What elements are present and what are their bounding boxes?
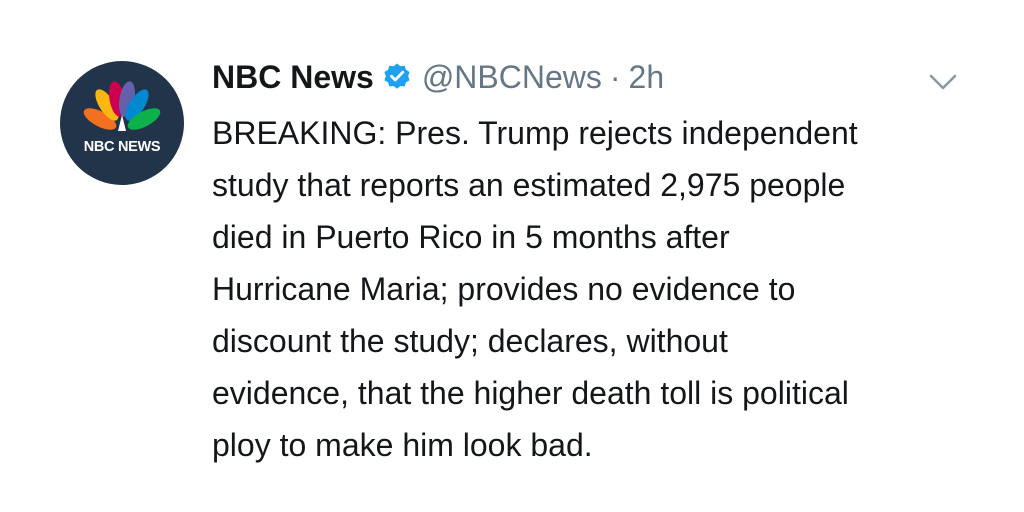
tweet-text-line: BREAKING: Pres. Trump rejects independen… [212,115,858,151]
tweet-text: BREAKING: Pres. Trump rejects independen… [212,107,992,471]
tweet-timestamp[interactable]: 2h [629,59,665,96]
tweet-text-line: Hurricane Maria; provides no evidence to [212,271,796,307]
avatar-logo-text: NBC NEWS [83,139,161,155]
verified-badge-icon [382,62,412,92]
tweet-text-line: study that reports an estimated 2,975 pe… [212,167,846,203]
tweet-card: NBC NEWS NBC News @NBCNews · 2h BREAKING… [0,0,1024,512]
tweet-header: NBC News @NBCNews · 2h [212,55,664,99]
separator-dot: · [609,58,621,95]
tweet-text-line: ploy to make him look bad. [212,427,593,463]
tweet-text-line: evidence, that the higher death toll is … [212,375,849,411]
tweet-text-line: died in Puerto Rico in 5 months after [212,219,730,255]
nbc-peacock-icon [83,81,161,131]
avatar[interactable]: NBC NEWS [60,61,184,185]
tweet-text-line: discount the study; declares, without [212,323,728,359]
chevron-down-icon[interactable] [925,70,961,94]
author-handle[interactable]: @NBCNews [422,59,602,96]
author-name[interactable]: NBC News [212,59,374,96]
